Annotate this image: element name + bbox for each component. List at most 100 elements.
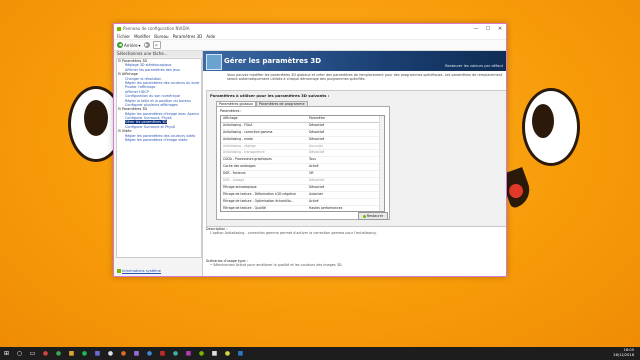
tree-item-label: Affichage	[121, 72, 138, 77]
setting-value[interactable]: Désactivé	[307, 185, 384, 191]
app-icon-4[interactable]: ●	[78, 347, 91, 360]
settings-row[interactable]: Filtrage de texture - Optimisation échan…	[221, 199, 384, 206]
settings-row[interactable]: Filtrage de texture - Déformation LOD né…	[221, 192, 384, 199]
setting-value[interactable]: Désactivé	[307, 130, 384, 136]
setting-value[interactable]: Activé	[307, 164, 384, 170]
menu-aide[interactable]: Aide	[206, 34, 215, 39]
system-info-link[interactable]: Informations système	[117, 269, 161, 273]
app-icon-15[interactable]: ●	[221, 347, 234, 360]
info-icon	[117, 269, 121, 273]
app-icon-12[interactable]: ■	[182, 347, 195, 360]
settings-row[interactable]: Antialiasing - correction gamma Désactivé	[221, 130, 384, 137]
column-feature[interactable]: Affichage	[221, 116, 307, 122]
nvidia-control-panel-window: Panneau de configuration NVIDIA — ☐ ✕ Fi…	[113, 23, 507, 277]
setting-value[interactable]: Désactivé	[307, 150, 384, 156]
page-title: Gérer les paramètres 3D	[224, 57, 322, 65]
tree-item-label: Régler les paramètres des couleurs du bu…	[125, 80, 200, 85]
3d-settings-logo-icon	[206, 54, 222, 70]
setting-value[interactable]: Autoriser	[307, 192, 384, 198]
setting-value[interactable]: Désactivé	[307, 178, 384, 184]
settings-row[interactable]: Cache des ombrages Activé	[221, 164, 384, 172]
app-icon-8[interactable]: ■	[130, 347, 143, 360]
app-icon-5[interactable]: ■	[91, 347, 104, 360]
start-icon[interactable]: ⊞	[0, 347, 13, 360]
app-icon-1[interactable]: ●	[39, 347, 52, 360]
setting-feature: Antialiasing - FXAA	[223, 122, 253, 127]
setting-value[interactable]: Tous	[307, 157, 384, 163]
back-arrow-icon: ◀	[117, 42, 123, 48]
forward-arrow-icon[interactable]: ▶	[143, 42, 150, 48]
settings-row[interactable]: Antialiasing - réglage Aucun(e)	[221, 144, 384, 151]
app-icon-16[interactable]: ■	[234, 347, 247, 360]
toolbar: ◀ Arrière ▾ ▶ ⌂	[114, 40, 506, 51]
menu-modifier[interactable]: Modifier	[134, 34, 150, 39]
setting-feature: CUDA - Processeurs graphiques	[223, 157, 272, 162]
menu-bar: Fichier Modifier Bureau Paramètres 3D Ai…	[114, 33, 506, 40]
restore-defaults-link[interactable]: Restaurer les valeurs par défaut	[445, 64, 503, 68]
settings-label: Paramètres :	[220, 109, 242, 113]
back-button[interactable]: ◀ Arrière ▾	[117, 42, 141, 48]
restore-icon	[362, 214, 366, 218]
column-setting[interactable]: Paramètre	[307, 116, 384, 122]
tree-item-label: Vidéo	[121, 129, 132, 134]
usage-section: Scénarios d'usage type : • Sélectionnez …	[206, 259, 343, 267]
menu-parametres-3d[interactable]: Paramètres 3D	[173, 34, 203, 39]
tree-item-label: Afficher les paramètres des jeux	[125, 67, 180, 72]
setting-feature: Antialiasing - mode	[223, 136, 253, 141]
task-tree[interactable]: ⊟ Paramètres 3D Réglage 3D stéréoscopique…	[116, 58, 202, 258]
setting-value[interactable]: Désactivé	[307, 137, 384, 143]
tree-item[interactable]: Régler les paramètres d'image vidéo	[117, 138, 201, 142]
menu-bureau[interactable]: Bureau	[154, 34, 168, 39]
setting-feature: Antialiasing - transparence	[223, 150, 265, 155]
setting-feature: Filtrage de texture - Qualité	[223, 205, 266, 210]
app-icon-2[interactable]: ●	[52, 347, 65, 360]
restore-button[interactable]: Restaurer	[358, 212, 388, 220]
tree-item-label: Régler les paramètres d'image avec Aperc…	[125, 111, 200, 116]
settings-row[interactable]: Antialiasing - mode Désactivé	[221, 137, 384, 144]
maximize-button[interactable]: ☐	[482, 26, 494, 32]
system-clock[interactable]: 18:05 26/12/2018	[613, 348, 634, 358]
setting-value[interactable]: Désactivé	[307, 123, 384, 129]
tree-item-label: Configurer Surround et PhysX	[125, 124, 176, 129]
app-icon-10[interactable]: ■	[156, 347, 169, 360]
minimize-button[interactable]: —	[470, 26, 482, 32]
title-bar[interactable]: Panneau de configuration NVIDIA — ☐ ✕	[114, 24, 506, 33]
settings-row[interactable]: Filtrage anisotropique Désactivé	[221, 185, 384, 192]
setting-value[interactable]: Aucun(e)	[307, 144, 384, 150]
app-icon-6[interactable]: ●	[104, 347, 117, 360]
task-view-icon[interactable]: ▭	[26, 347, 39, 360]
settings-row[interactable]: CUDA - Processeurs graphiques Tous	[221, 157, 384, 165]
app-icon-13[interactable]: ●	[195, 347, 208, 360]
menu-fichier[interactable]: Fichier	[117, 34, 130, 39]
app-icon-11[interactable]: ●	[169, 347, 182, 360]
setting-feature: DSR - Lissage	[223, 178, 245, 183]
tree-item-label: Afficher HDCP	[125, 89, 149, 94]
app-icon-7[interactable]: ●	[117, 347, 130, 360]
setting-value[interactable]: Activé	[307, 199, 384, 205]
tree-item-label: Configuration du son numérique	[125, 94, 180, 99]
grid-scrollbar[interactable]	[379, 116, 384, 211]
close-button[interactable]: ✕	[494, 26, 506, 32]
settings-grid[interactable]: Affichage Paramètre Antialiasing - FXAA D…	[220, 115, 385, 212]
setting-feature: Filtrage de texture - Déformation LOD né…	[223, 191, 296, 196]
back-dropdown-icon[interactable]: ▾	[139, 43, 141, 48]
app-icon-14[interactable]: ■	[208, 347, 221, 360]
settings-row[interactable]: DSR - Lissage Désactivé	[221, 178, 384, 185]
settings-row[interactable]: DSR - Facteurs Off	[221, 171, 384, 179]
setting-value[interactable]: Hautes performances	[307, 206, 384, 211]
tab-content: Paramètres : Affichage Paramètre Antiali…	[216, 106, 390, 220]
setting-feature: Antialiasing - réglage	[223, 143, 256, 148]
main-content: Gérer les paramètres 3D Restaurer les va…	[203, 51, 506, 276]
tree-item-label: Changer la résolution	[125, 76, 162, 81]
settings-row[interactable]: Antialiasing - FXAA Désactivé	[221, 123, 384, 130]
settings-panel: Paramètres à utiliser pour les paramètre…	[206, 90, 506, 227]
home-icon[interactable]: ⌂	[152, 41, 161, 49]
settings-row[interactable]: Antialiasing - transparence Désactivé	[221, 150, 384, 158]
app-icon-9[interactable]: ●	[143, 347, 156, 360]
nvidia-app-icon	[117, 26, 121, 31]
tree-item-label: Pivoter l'affichage	[125, 85, 156, 90]
tree-item-label: Gérer les paramètres 3D	[125, 120, 167, 125]
app-icon-3[interactable]: ■	[65, 347, 78, 360]
setting-value[interactable]: Off	[307, 171, 384, 177]
search-icon[interactable]: ○	[13, 347, 26, 360]
